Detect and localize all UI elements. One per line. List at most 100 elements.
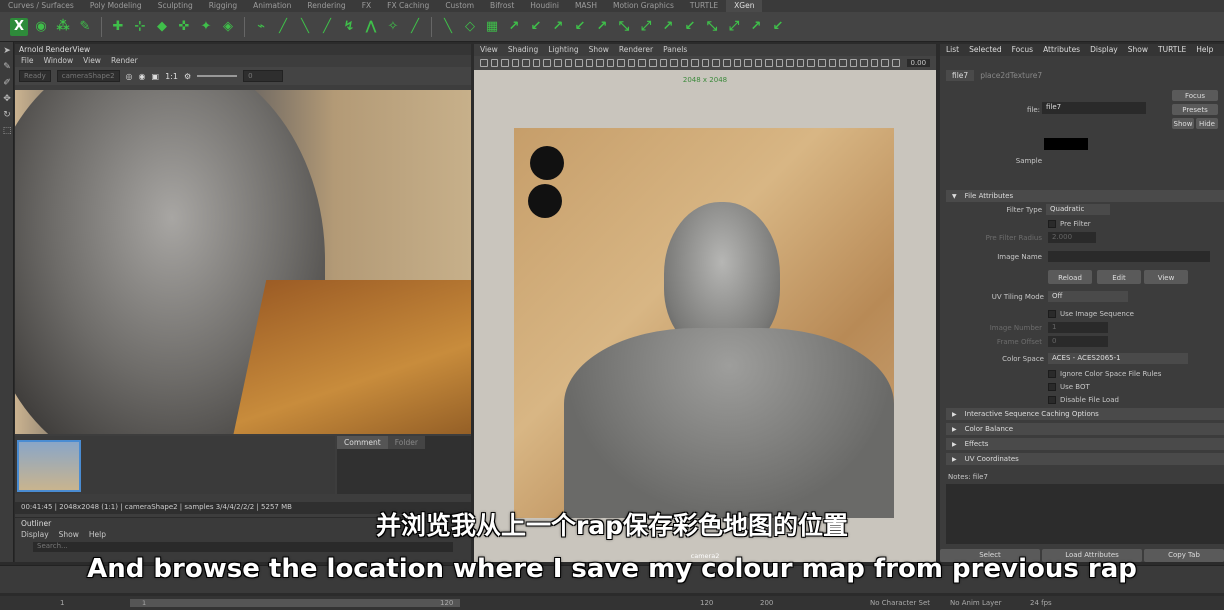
viewport-tool-icon[interactable] [659, 59, 668, 67]
lasso-tool-icon[interactable]: ✎ [1, 62, 13, 74]
shelf-tool-icon[interactable]: ◇ [461, 18, 479, 36]
shelf-tool-icon[interactable]: ⤡ [703, 18, 721, 36]
viewport-tool-icon[interactable] [511, 59, 520, 67]
viewport-tool-icon[interactable] [796, 59, 805, 67]
shelf-tool-icon[interactable]: ╲ [296, 18, 314, 36]
shelf-tab-custom[interactable]: Custom [437, 0, 482, 12]
viewport-tool-icon[interactable] [480, 59, 488, 67]
paint-tool-icon[interactable]: ✐ [1, 78, 13, 90]
select-tool-icon[interactable]: ➤ [1, 46, 13, 58]
shelf-tool-icon[interactable]: ╱ [406, 18, 424, 36]
outliner-search-input[interactable]: Search... [33, 542, 453, 552]
viewport-menu-renderer[interactable]: Renderer [619, 45, 653, 55]
shelf-tool-icon[interactable]: ◈ [219, 18, 237, 36]
viewport-tool-icon[interactable] [596, 59, 604, 67]
use-bot-checkbox[interactable] [1048, 383, 1056, 391]
viewport-menu-view[interactable]: View [480, 45, 498, 55]
scale-tool-icon[interactable]: ⬚ [1, 126, 13, 138]
edit-button[interactable]: Edit [1097, 270, 1141, 284]
section-effects[interactable]: ▶ Effects [946, 438, 1224, 450]
viewport-tool-icon[interactable] [775, 59, 784, 67]
shelf-tool-icon[interactable]: ↙ [769, 18, 787, 36]
ignore-color-space-checkbox[interactable] [1048, 370, 1056, 378]
shelf-tool-icon[interactable]: ↗ [593, 18, 611, 36]
frame-offset-field[interactable]: 0 [1048, 336, 1108, 347]
viewport-tool-icon[interactable] [786, 59, 794, 67]
tab-folder[interactable]: Folder [387, 436, 425, 449]
viewport-tool-icon[interactable] [617, 59, 625, 67]
ae-menu-attributes[interactable]: Attributes [1043, 45, 1080, 55]
shelf-tool-icon[interactable]: ╲ [439, 18, 457, 36]
crop-icon[interactable]: ◉ [139, 72, 146, 81]
viewport-menu-lighting[interactable]: Lighting [548, 45, 578, 55]
render-icon[interactable]: ◎ [126, 72, 133, 81]
viewport-tool-icon[interactable] [606, 59, 615, 67]
shelf-tool-icon[interactable]: ⌁ [252, 18, 270, 36]
shelf-tool-icon[interactable]: ↗ [505, 18, 523, 36]
character-set-dropdown[interactable]: No Character Set [870, 599, 950, 607]
shelf-tool-icon[interactable]: ▦ [483, 18, 501, 36]
viewport-tool-icon[interactable] [532, 59, 541, 67]
shelf-tool-icon[interactable]: ✦ [197, 18, 215, 36]
uv-tiling-mode-dropdown[interactable]: Off [1048, 291, 1128, 302]
filter-type-dropdown[interactable]: Quadratic [1046, 204, 1110, 215]
shelf-tool-icon[interactable]: ✧ [384, 18, 402, 36]
viewport-tool-icon[interactable] [807, 59, 815, 67]
viewport-tool-icon[interactable] [881, 59, 889, 67]
shelf-tool-icon[interactable]: ⤢ [725, 18, 743, 36]
shelf-tab-fx-caching[interactable]: FX Caching [379, 0, 437, 12]
shelf-tab-rigging[interactable]: Rigging [201, 0, 245, 12]
render-menu-file[interactable]: File [21, 56, 34, 66]
viewport-tool-icon[interactable] [754, 59, 763, 67]
viewport-tool-icon[interactable] [701, 59, 710, 67]
viewport-tool-icon[interactable] [564, 59, 573, 67]
shelf-tool-icon[interactable]: ╱ [274, 18, 292, 36]
viewport-tool-icon[interactable] [818, 59, 826, 67]
shelf-tool-icon[interactable]: ✎ [76, 18, 94, 36]
reload-button[interactable]: Reload [1048, 270, 1092, 284]
ratio-label[interactable]: 1:1 [165, 72, 178, 81]
ae-menu-turtle[interactable]: TURTLE [1158, 45, 1186, 55]
shelf-tool-icon[interactable]: ↯ [340, 18, 358, 36]
snapshot-icon[interactable]: ▣ [152, 72, 160, 81]
image-number-field[interactable]: 1 [1048, 322, 1108, 333]
pre-filter-radius-field[interactable]: 2.000 [1048, 232, 1096, 243]
viewport-tool-icon[interactable] [712, 59, 720, 67]
shelf-tool-icon[interactable]: ↙ [571, 18, 589, 36]
shelf-tool-icon[interactable]: ⤡ [615, 18, 633, 36]
range-bar[interactable]: 1 [130, 599, 460, 607]
section-color-balance[interactable]: ▶ Color Balance [946, 423, 1224, 435]
tab-file7[interactable]: file7 [946, 70, 975, 81]
tab-place2dtexture7[interactable]: place2dTexture7 [974, 70, 1048, 81]
use-image-sequence-checkbox[interactable] [1048, 310, 1056, 318]
viewport-menu-shading[interactable]: Shading [508, 45, 538, 55]
status-dropdown[interactable]: Ready [19, 70, 51, 82]
shelf-tab-bifrost[interactable]: Bifrost [482, 0, 522, 12]
viewport-tool-icon[interactable] [627, 59, 636, 67]
viewport-tool-icon[interactable] [744, 59, 752, 67]
snapshot-thumbnail[interactable] [17, 440, 81, 492]
viewport-tool-icon[interactable] [585, 59, 594, 67]
viewport-tool-icon[interactable] [670, 59, 678, 67]
ae-menu-show[interactable]: Show [1128, 45, 1148, 55]
shelf-tab-sculpting[interactable]: Sculpting [150, 0, 201, 12]
shelf-tool-icon[interactable]: ◉ [32, 18, 50, 36]
shelf-tool-icon[interactable]: ╱ [318, 18, 336, 36]
viewport-tool-icon[interactable] [522, 59, 530, 67]
ae-menu-focus[interactable]: Focus [1012, 45, 1033, 55]
shelf-tab-xgen[interactable]: XGen [726, 0, 763, 12]
shelf-tab-turtle[interactable]: TURTLE [682, 0, 726, 12]
viewport-tool-icon[interactable] [765, 59, 773, 67]
shelf-tool-icon[interactable]: ⊹ [131, 18, 149, 36]
shelf-tool-icon[interactable]: ⋀ [362, 18, 380, 36]
ae-menu-display[interactable]: Display [1090, 45, 1118, 55]
disable-file-load-checkbox[interactable] [1048, 396, 1056, 404]
shelf-tool-icon[interactable]: ◆ [153, 18, 171, 36]
viewport-tool-icon[interactable] [891, 59, 900, 67]
viewport-tool-icon[interactable] [691, 59, 699, 67]
render-menu-render[interactable]: Render [111, 56, 138, 66]
file-name-field[interactable]: file7 [1042, 102, 1146, 114]
show-button[interactable]: Show [1172, 118, 1194, 129]
viewport-tool-icon[interactable] [543, 59, 551, 67]
shelf-tool-icon[interactable]: ⤢ [637, 18, 655, 36]
